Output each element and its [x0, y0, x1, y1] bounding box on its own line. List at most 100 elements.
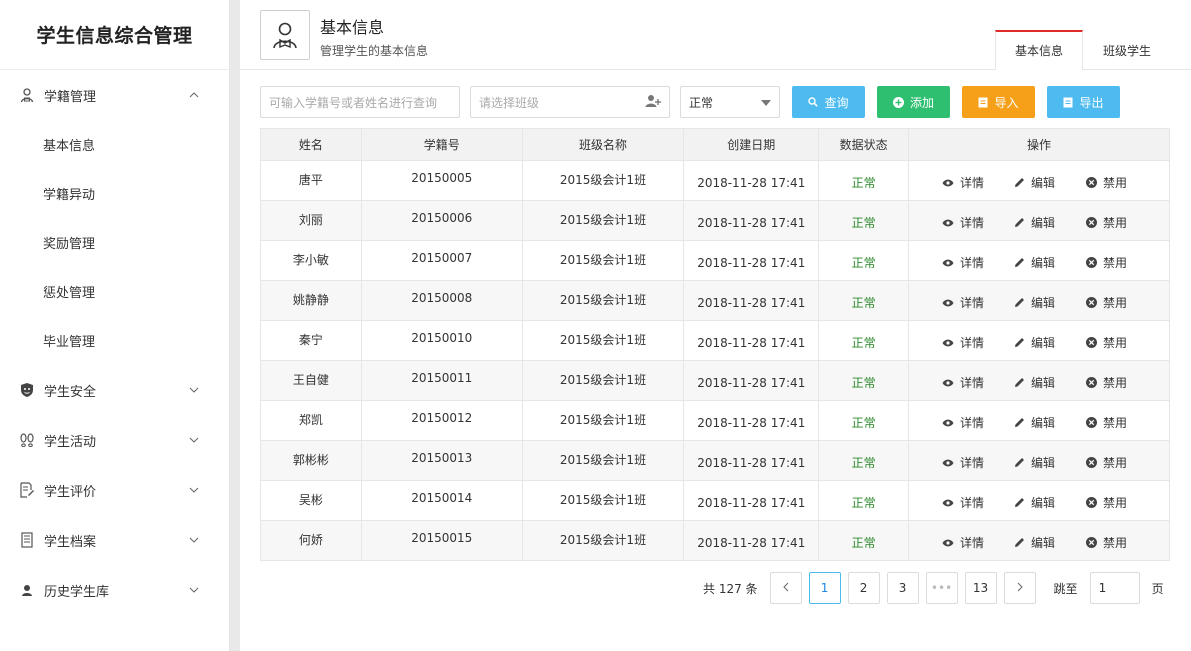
- prev-page-button[interactable]: [769, 572, 802, 604]
- sidebar-item-punishment[interactable]: 惩处管理: [0, 267, 229, 316]
- edit-label: 编辑: [1031, 536, 1056, 550]
- page-button-1[interactable]: 1: [808, 572, 841, 604]
- disable-label: 禁用: [1103, 376, 1128, 390]
- filter-bar: 可输入学籍号或者姓名进行查询 请选择班级 正常 查询 添加 导入 导出: [260, 86, 1120, 118]
- export-button[interactable]: 导出: [1047, 86, 1120, 118]
- edit-button[interactable]: 编辑: [1014, 174, 1086, 191]
- search-input[interactable]: 可输入学籍号或者姓名进行查询: [260, 86, 460, 118]
- menu-label: 学生安全: [44, 384, 97, 400]
- cell-status: 正常: [818, 200, 909, 241]
- eye-icon: [942, 379, 954, 387]
- disable-label: 禁用: [1103, 336, 1128, 350]
- close-circle-icon: [1086, 377, 1097, 388]
- edit-button[interactable]: 编辑: [1014, 534, 1086, 551]
- close-circle-icon: [1086, 497, 1097, 508]
- cell-status: 正常: [818, 520, 909, 561]
- menu-head-safety[interactable]: 学生安全: [0, 365, 229, 415]
- menu-head-archive[interactable]: 学生档案: [0, 515, 229, 565]
- query-button[interactable]: 查询: [792, 86, 865, 118]
- disable-button[interactable]: 禁用: [1086, 374, 1146, 391]
- cell-status: 正常: [818, 160, 909, 201]
- detail-button[interactable]: 详情: [942, 294, 1014, 311]
- cell-actions: 详情 编辑 禁用: [908, 520, 1170, 561]
- detail-button[interactable]: 详情: [942, 214, 1014, 231]
- eye-icon: [942, 419, 954, 427]
- tab-class-students[interactable]: 班级学生: [1083, 30, 1171, 70]
- close-circle-icon: [1086, 217, 1097, 228]
- sidebar-item-rewards[interactable]: 奖励管理: [0, 218, 229, 267]
- caret-down-icon: [761, 95, 771, 109]
- person-icon: [18, 581, 36, 599]
- edit-doc-icon: [18, 481, 36, 499]
- sidebar-item-graduation[interactable]: 毕业管理: [0, 316, 229, 365]
- disable-button[interactable]: 禁用: [1086, 414, 1146, 431]
- cell-student-id: 20150010: [360, 320, 523, 361]
- disable-button[interactable]: 禁用: [1086, 534, 1146, 551]
- import-button[interactable]: 导入: [962, 86, 1035, 118]
- menu-head-activity[interactable]: 学生活动: [0, 415, 229, 465]
- detail-label: 详情: [960, 336, 985, 350]
- detail-button[interactable]: 详情: [942, 454, 1014, 471]
- cell-name: 姚静静: [260, 280, 362, 321]
- cell-student-id: 20150013: [360, 440, 523, 481]
- eye-icon: [942, 179, 954, 187]
- next-page-button[interactable]: [1003, 572, 1036, 604]
- menu-head-history[interactable]: 历史学生库: [0, 565, 229, 615]
- edit-button[interactable]: 编辑: [1014, 454, 1086, 471]
- actions-group: 详情 编辑 禁用: [909, 374, 1169, 391]
- detail-button[interactable]: 详情: [942, 534, 1014, 551]
- add-button[interactable]: 添加: [877, 86, 950, 118]
- table-row: 王自健 20150011 2015级会计1班 2018-11-28 17:41 正常 详情…: [260, 360, 1170, 401]
- cell-student-id: 20150012: [360, 400, 523, 441]
- edit-button[interactable]: 编辑: [1014, 334, 1086, 351]
- pencil-icon: [1014, 257, 1025, 268]
- disable-button[interactable]: 禁用: [1086, 174, 1146, 191]
- detail-button[interactable]: 详情: [942, 174, 1014, 191]
- detail-button[interactable]: 详情: [942, 494, 1014, 511]
- disable-button[interactable]: 禁用: [1086, 254, 1146, 271]
- disable-label: 禁用: [1103, 536, 1128, 550]
- edit-button[interactable]: 编辑: [1014, 374, 1086, 391]
- cell-actions: 详情 编辑 禁用: [908, 160, 1170, 201]
- cell-class: 2015级会计1班: [521, 160, 685, 201]
- edit-button[interactable]: 编辑: [1014, 294, 1086, 311]
- sidebar-item-basic-info[interactable]: 基本信息: [0, 120, 229, 169]
- cell-created: 2018-11-28 17:41: [683, 400, 820, 441]
- detail-button[interactable]: 详情: [942, 334, 1014, 351]
- tab-basic-info[interactable]: 基本信息: [995, 30, 1083, 70]
- cell-class: 2015级会计1班: [521, 480, 685, 521]
- disable-button[interactable]: 禁用: [1086, 454, 1146, 471]
- disable-button[interactable]: 禁用: [1086, 214, 1146, 231]
- cell-name: 王自健: [260, 360, 362, 401]
- cell-created: 2018-11-28 17:41: [683, 520, 820, 561]
- page-button-3[interactable]: 3: [886, 572, 919, 604]
- cell-status: 正常: [818, 320, 909, 361]
- edit-button[interactable]: 编辑: [1014, 414, 1086, 431]
- sidebar-item-status-change[interactable]: 学籍异动: [0, 169, 229, 218]
- status-select[interactable]: 正常: [680, 86, 780, 118]
- page-ellipsis[interactable]: •••: [925, 572, 958, 604]
- disable-button[interactable]: 禁用: [1086, 334, 1146, 351]
- page-button-13[interactable]: 13: [964, 572, 997, 604]
- disable-button[interactable]: 禁用: [1086, 294, 1146, 311]
- edit-button[interactable]: 编辑: [1014, 254, 1086, 271]
- class-select[interactable]: 请选择班级: [470, 86, 670, 118]
- detail-button[interactable]: 详情: [942, 254, 1014, 271]
- detail-label: 详情: [960, 376, 985, 390]
- detail-label: 详情: [960, 216, 985, 230]
- edit-label: 编辑: [1031, 456, 1056, 470]
- goto-page-input[interactable]: 1: [1089, 572, 1140, 604]
- status-select-value: 正常: [689, 95, 714, 110]
- edit-button[interactable]: 编辑: [1014, 214, 1086, 231]
- import-button-label: 导入: [994, 95, 1019, 110]
- page-button-2[interactable]: 2: [847, 572, 880, 604]
- detail-button[interactable]: 详情: [942, 414, 1014, 431]
- disable-button[interactable]: 禁用: [1086, 494, 1146, 511]
- edit-button[interactable]: 编辑: [1014, 494, 1086, 511]
- cell-student-id: 20150011: [360, 360, 523, 401]
- menu-head-evaluation[interactable]: 学生评价: [0, 465, 229, 515]
- detail-button[interactable]: 详情: [942, 374, 1014, 391]
- col-header-created: 创建日期: [683, 128, 820, 161]
- detail-label: 详情: [960, 256, 985, 270]
- menu-head-xueji[interactable]: 学籍管理: [0, 70, 229, 120]
